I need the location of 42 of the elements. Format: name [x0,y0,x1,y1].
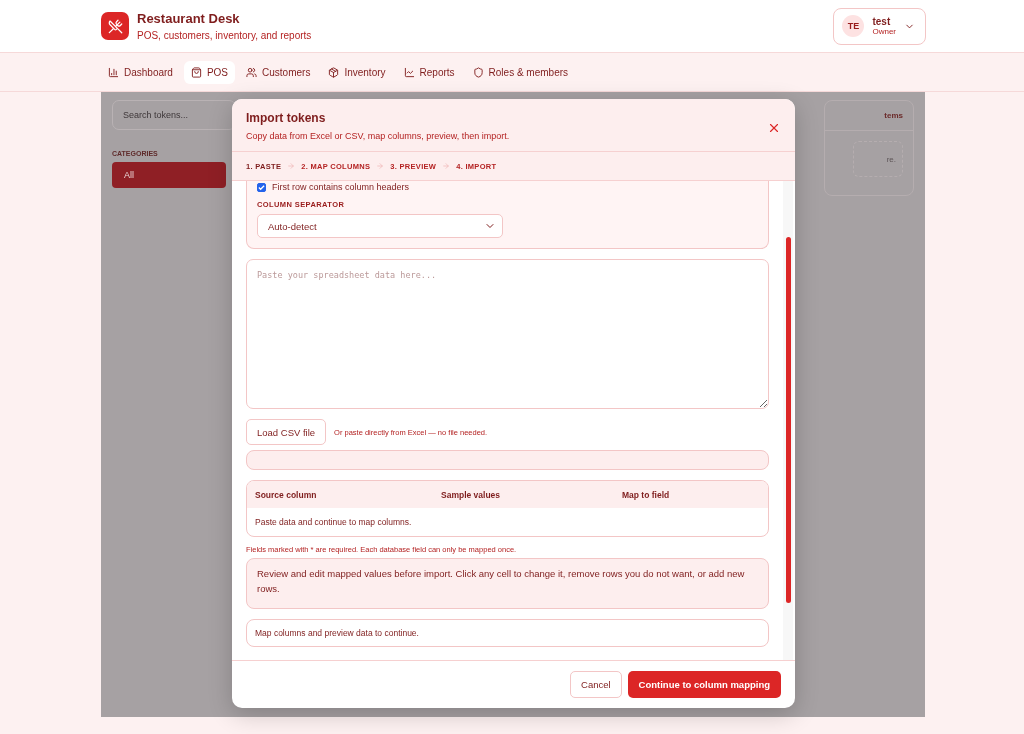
nav-tab[interactable]: Reports [396,60,462,84]
user-name: test [872,16,892,27]
app-subtitle: POS, customers, inventory, and reports [137,30,312,41]
arrow-right-icon [442,162,451,170]
header-checkbox[interactable] [257,182,266,192]
preview-info: Review and edit mapped values before import. Click any cell to change it, remove rows you do not want, or add new rows. [246,558,769,609]
user-role: Owner [872,27,896,36]
nav-tab[interactable]: Roles & members [465,60,576,84]
empty-row-text: Paste data and continue to map columns. [254,516,413,529]
line-chart-icon [403,66,415,78]
column-header: Source column [255,489,318,500]
arrow-right-icon [376,162,385,170]
card-header: tems [825,101,913,131]
dialog-title: Import tokens [246,111,327,125]
status-message: Map columns and preview data to continue. [246,619,769,647]
user-menu[interactable]: TE test Owner [833,7,926,45]
nav-tab[interactable]: Inventory [321,60,393,84]
empty-note: re. [853,141,903,177]
box-icon [328,66,340,78]
nav-tab[interactable]: POS [183,60,236,84]
column-header: Sample values [441,489,502,500]
cancel-button[interactable]: Cancel [570,671,622,698]
dialog-subtitle: Copy data from Excel or CSV, map columns, preview, then import. [246,131,510,141]
app-title: Restaurant Desk [137,11,241,26]
arrow-right-icon [287,162,296,170]
column-header: Map to field [622,489,671,500]
shopping-bag-icon [190,66,202,78]
category-item[interactable]: All [112,162,226,188]
user-avatar: TE [842,15,865,37]
separator-select[interactable]: Auto-detect [257,214,503,238]
users-icon [246,66,258,78]
scrollbar-thumb[interactable] [785,237,791,603]
bar-chart-icon [108,66,119,78]
shield-icon [472,66,484,78]
nav-tab[interactable]: Customers [239,60,318,84]
app-logo-icon [101,12,129,40]
checkbox-label: First row contains column headers [272,182,410,192]
continue-button[interactable]: Continue to column mapping [627,671,781,698]
paste-textarea[interactable]: Paste your spreadsheet data here... [246,259,769,409]
close-icon [767,121,781,135]
load-csv-button[interactable]: Load CSV file [246,419,327,445]
nav-tab[interactable]: Dashboard [101,60,180,84]
